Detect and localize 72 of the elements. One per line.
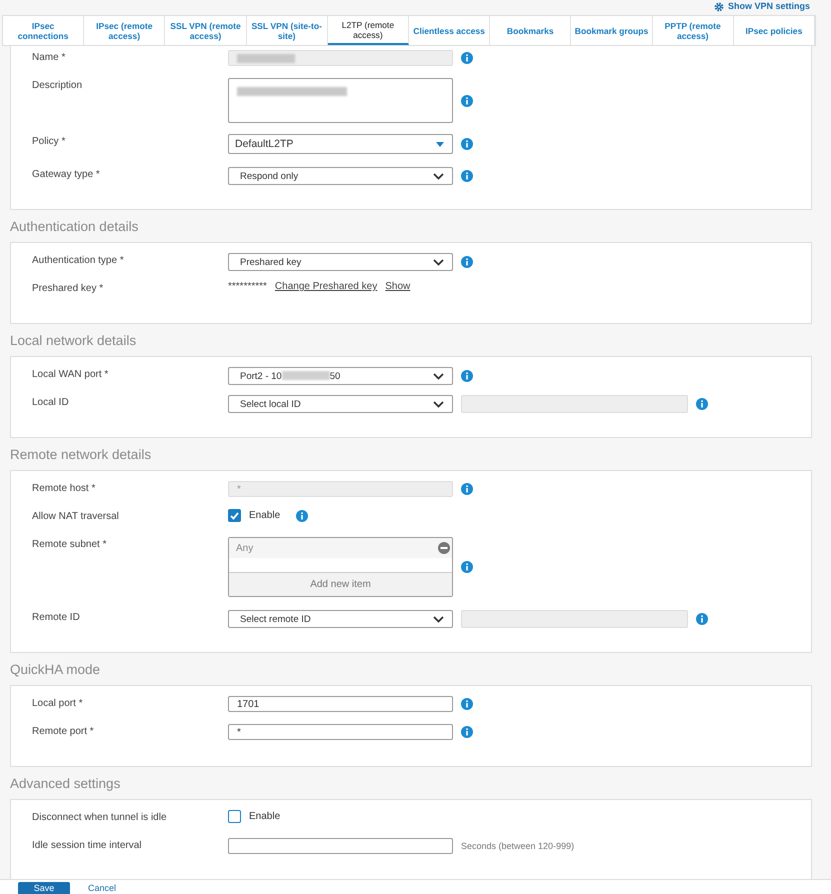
field-label: Allow NAT traversal xyxy=(32,511,119,522)
checkbox-label: Enable xyxy=(249,811,280,822)
info-icon[interactable] xyxy=(461,698,473,710)
hint-text: Seconds (between 120-999) xyxy=(461,841,574,851)
tab[interactable]: IPsec connections xyxy=(3,16,84,45)
info-icon[interactable] xyxy=(461,170,473,182)
info-icon[interactable] xyxy=(461,256,473,268)
info-icon[interactable] xyxy=(461,561,473,573)
info-icon[interactable] xyxy=(461,370,473,382)
field-label: Local WAN port * xyxy=(32,369,108,380)
checkbox-label: Enable xyxy=(249,510,280,521)
field-label: Description xyxy=(32,80,82,91)
section-title: Advanced settings xyxy=(10,775,120,793)
masked-key: ********** xyxy=(228,281,267,292)
checkbox[interactable] xyxy=(228,509,241,522)
cancel-link[interactable]: Cancel xyxy=(88,882,116,894)
dropdown[interactable]: Select remote ID xyxy=(228,610,453,628)
info-icon[interactable] xyxy=(296,510,308,522)
gear-icon xyxy=(714,2,724,12)
field-label: Preshared key * xyxy=(32,283,104,294)
text-link[interactable]: Show xyxy=(385,281,410,292)
section-title: QuickHA mode xyxy=(10,661,100,679)
field-label: Remote subnet * xyxy=(32,539,106,550)
field-label: Authentication type * xyxy=(32,255,124,266)
field-label: Local ID xyxy=(32,397,69,408)
text-field[interactable]: 1701 xyxy=(228,696,453,712)
tab[interactable]: PPTP (remote access) xyxy=(652,16,734,45)
section-title: Authentication details xyxy=(10,218,138,236)
field-label: Idle session time interval xyxy=(32,840,142,851)
field-label: Local port * xyxy=(32,698,83,709)
chevron-down-icon xyxy=(433,616,444,622)
show-vpn-settings-link[interactable]: Show VPN settings xyxy=(714,1,810,12)
checkbox[interactable] xyxy=(228,810,241,823)
field-label: Disconnect when tunnel is idle xyxy=(32,812,167,823)
info-icon[interactable] xyxy=(696,398,708,410)
tab[interactable]: Bookmark groups xyxy=(571,16,653,45)
tab[interactable]: Bookmarks xyxy=(490,16,572,45)
description-textarea[interactable] xyxy=(228,78,453,123)
policy-dropdown[interactable]: DefaultL2TP xyxy=(228,134,453,154)
field-label: Remote port * xyxy=(32,726,94,737)
info-icon[interactable] xyxy=(461,138,473,150)
list-item: Any xyxy=(236,542,254,554)
text-link[interactable]: Change Preshared key xyxy=(274,281,378,292)
info-icon[interactable] xyxy=(696,613,708,625)
save-button[interactable]: Save xyxy=(18,882,70,894)
chevron-down-icon xyxy=(433,258,444,266)
tab[interactable]: SSL VPN (remote access) xyxy=(165,16,247,45)
section-title: Remote network details xyxy=(10,446,152,464)
dropdown[interactable]: Preshared key xyxy=(228,253,453,271)
field-label: Remote ID xyxy=(32,612,80,623)
add-item-button[interactable]: Add new item xyxy=(229,572,452,596)
dropdown[interactable]: Port2 - 10 50 xyxy=(228,367,453,385)
text-field[interactable] xyxy=(228,838,453,854)
section-title: Local network details xyxy=(10,332,136,350)
text-field[interactable]: * xyxy=(228,724,453,740)
tab[interactable]: Clientless access xyxy=(409,16,490,45)
field-label: Name * xyxy=(32,52,66,63)
info-icon[interactable] xyxy=(461,94,473,106)
field-label: Gateway type * xyxy=(32,169,100,180)
dropdown[interactable]: Respond only xyxy=(228,167,453,185)
field-label: Policy * xyxy=(32,136,66,147)
dropdown[interactable]: Select local ID xyxy=(228,395,453,413)
chevron-down-icon xyxy=(433,172,444,180)
field-label: Remote host * xyxy=(32,483,96,494)
info-icon[interactable] xyxy=(461,726,473,738)
chevron-down-icon xyxy=(433,400,444,408)
tab[interactable]: IPsec policies xyxy=(734,16,816,45)
tab[interactable]: L2TP (remote access) xyxy=(328,16,410,45)
caret-icon xyxy=(436,142,444,146)
chevron-down-icon xyxy=(433,372,444,380)
remove-icon[interactable] xyxy=(438,542,450,554)
tab[interactable]: IPsec (remote access) xyxy=(84,16,166,45)
